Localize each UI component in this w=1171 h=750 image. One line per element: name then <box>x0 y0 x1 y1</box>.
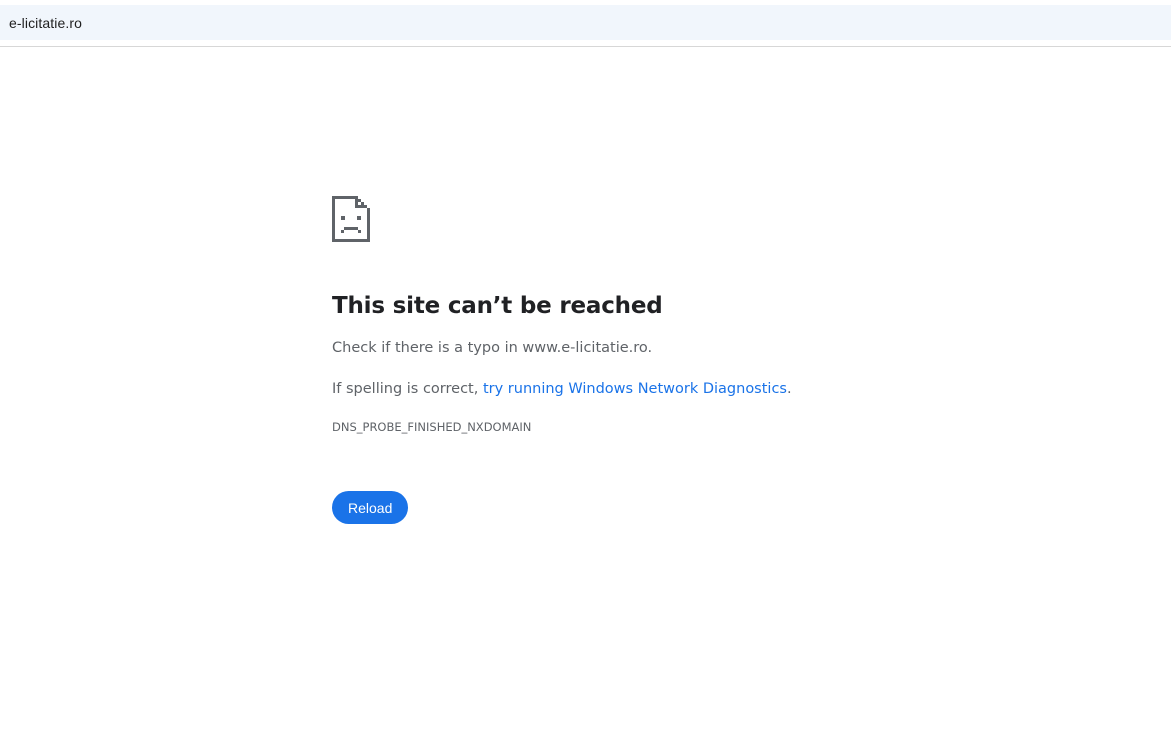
error-content: This site can’t be reached Check if ther… <box>332 196 952 524</box>
error-code: DNS_PROBE_FINISHED_NXDOMAIN <box>332 420 532 434</box>
url-text[interactable]: e-licitatie.ro <box>9 15 82 31</box>
page-title: This site can’t be reached <box>332 293 663 319</box>
diagnostics-link[interactable]: try running Windows Network Diagnostics <box>483 381 787 397</box>
diagnostics-hint: If spelling is correct, try running Wind… <box>332 379 952 399</box>
diagnostics-suffix: . <box>786 381 792 397</box>
reload-button[interactable]: Reload <box>332 491 409 524</box>
sad-page-icon <box>332 196 370 242</box>
address-bar[interactable]: e-licitatie.ro <box>0 5 1171 40</box>
toolbar-divider <box>0 46 1171 47</box>
diagnostics-prefix: If spelling is correct, <box>332 381 483 397</box>
typo-hint: Check if there is a typo in www.e-licita… <box>332 340 653 356</box>
